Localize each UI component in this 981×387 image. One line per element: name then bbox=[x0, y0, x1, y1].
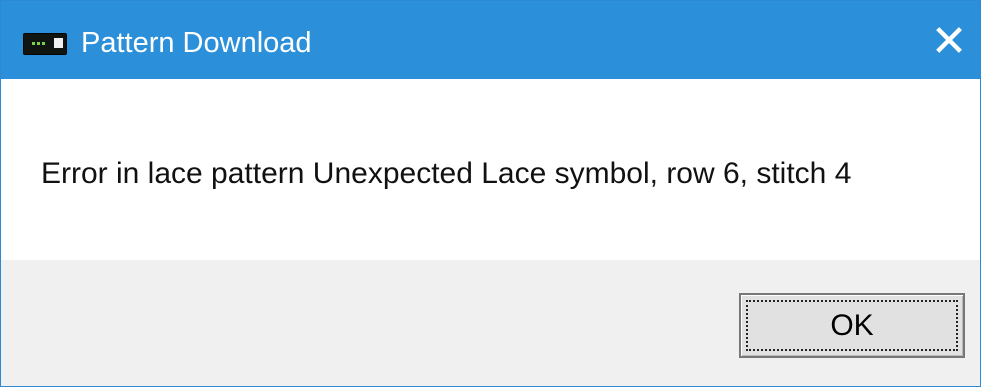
message-area: Error in lace pattern Unexpected Lace sy… bbox=[1, 79, 980, 260]
error-message: Error in lace pattern Unexpected Lace sy… bbox=[41, 157, 852, 190]
led-indicator bbox=[37, 42, 40, 45]
machine-device-icon bbox=[23, 33, 67, 55]
dialog-footer: OK bbox=[1, 260, 980, 386]
led-indicator bbox=[42, 42, 45, 45]
led-indicator bbox=[32, 42, 35, 45]
ok-button[interactable]: OK bbox=[739, 293, 965, 358]
window-title: Pattern Download bbox=[81, 27, 312, 59]
title-bar[interactable]: Pattern Download ✕ bbox=[1, 1, 980, 79]
error-dialog: Pattern Download ✕ Error in lace pattern… bbox=[0, 0, 981, 387]
device-screen bbox=[54, 38, 63, 48]
close-icon[interactable]: ✕ bbox=[918, 13, 980, 71]
